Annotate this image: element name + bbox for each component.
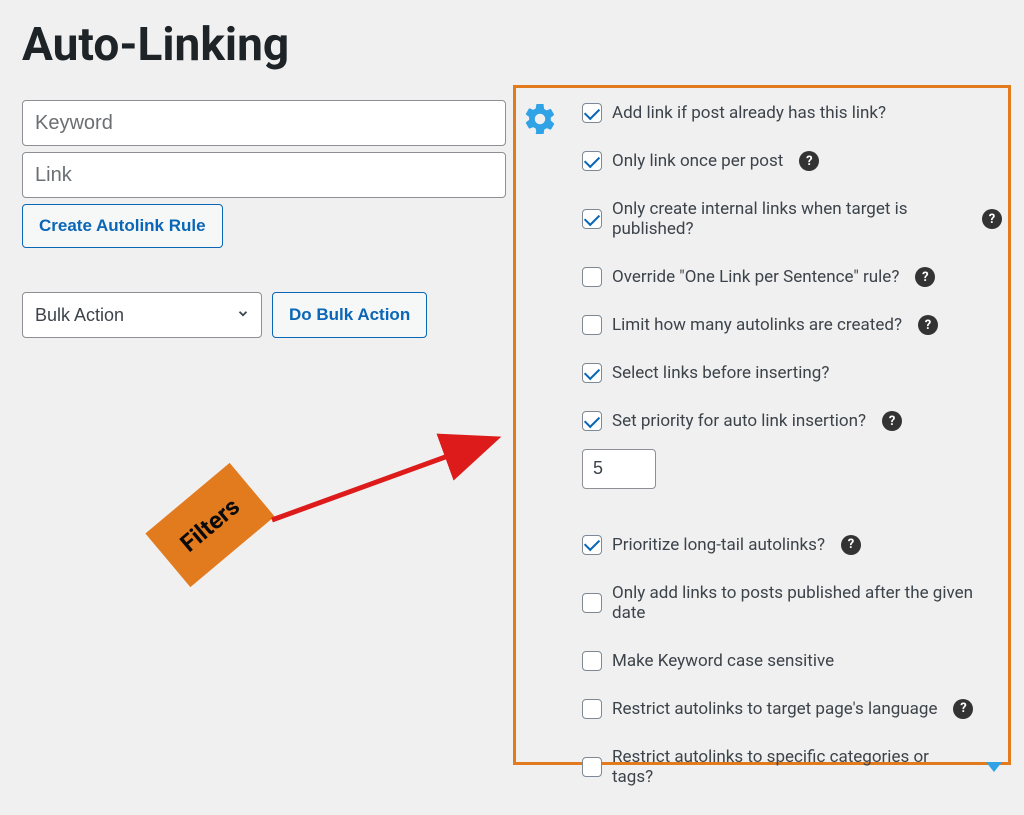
checkbox-icon[interactable] [582, 651, 602, 671]
checkbox-icon[interactable] [582, 411, 602, 431]
do-bulk-action-button[interactable]: Do Bulk Action [272, 292, 427, 338]
options-list: Add link if post already has this link? … [582, 103, 1002, 815]
keyword-input[interactable] [22, 100, 506, 146]
help-icon[interactable]: ? [918, 315, 938, 335]
option-select-before-insert[interactable]: Select links before inserting? [582, 363, 1002, 383]
checkbox-icon[interactable] [582, 209, 602, 229]
option-label: Only link once per post [612, 151, 783, 171]
option-limit-autolinks[interactable]: Limit how many autolinks are created? ? [582, 315, 1002, 335]
checkbox-icon[interactable] [582, 593, 602, 613]
help-icon[interactable]: ? [982, 209, 1002, 229]
option-add-link-if-exists[interactable]: Add link if post already has this link? [582, 103, 1002, 123]
option-set-priority[interactable]: Set priority for auto link insertion? ? [582, 411, 1002, 431]
help-icon[interactable]: ? [841, 535, 861, 555]
annotation-arrow [262, 420, 522, 540]
page-title: Auto-Linking [22, 18, 289, 72]
priority-input[interactable] [582, 449, 656, 489]
checkbox-icon[interactable] [582, 103, 602, 123]
option-label: Only add links to posts published after … [612, 583, 1002, 623]
option-label: Add link if post already has this link? [612, 103, 886, 123]
help-icon[interactable]: ? [882, 411, 902, 431]
annotation-filters-label: Filters [145, 463, 274, 587]
link-input[interactable] [22, 152, 506, 198]
help-icon[interactable]: ? [953, 699, 973, 719]
checkbox-icon[interactable] [582, 267, 602, 287]
option-internal-links-published[interactable]: Only create internal links when target i… [582, 199, 1002, 239]
create-autolink-button[interactable]: Create Autolink Rule [22, 204, 223, 248]
option-label: Only create internal links when target i… [612, 199, 966, 239]
bulk-action-select[interactable]: Bulk Action [22, 292, 262, 338]
left-column: Create Autolink Rule Bulk Action Do Bulk… [22, 100, 506, 338]
option-label: Make Keyword case sensitive [612, 651, 834, 671]
option-label: Set priority for auto link insertion? [612, 411, 866, 431]
option-label: Prioritize long-tail autolinks? [612, 535, 825, 555]
checkbox-icon[interactable] [582, 699, 602, 719]
help-icon[interactable]: ? [915, 267, 935, 287]
option-label: Restrict autolinks to target page's lang… [612, 699, 937, 719]
option-restrict-language[interactable]: Restrict autolinks to target page's lang… [582, 699, 1002, 719]
option-link-once-per-post[interactable]: Only link once per post ? [582, 151, 1002, 171]
option-override-one-link-per-sentence[interactable]: Override "One Link per Sentence" rule? ? [582, 267, 1002, 287]
checkbox-icon[interactable] [582, 315, 602, 335]
option-prioritize-long-tail[interactable]: Prioritize long-tail autolinks? ? [582, 535, 1002, 555]
checkbox-icon[interactable] [582, 757, 602, 777]
checkbox-icon[interactable] [582, 535, 602, 555]
option-label: Select links before inserting? [612, 363, 829, 383]
help-icon[interactable]: ? [799, 151, 819, 171]
option-label: Limit how many autolinks are created? [612, 315, 902, 335]
option-posts-after-date[interactable]: Only add links to posts published after … [582, 583, 1002, 623]
expand-down-icon[interactable] [986, 762, 1002, 772]
checkbox-icon[interactable] [582, 363, 602, 383]
option-label: Override "One Link per Sentence" rule? [612, 267, 899, 287]
checkbox-icon[interactable] [582, 151, 602, 171]
gear-icon [522, 101, 558, 141]
option-case-sensitive[interactable]: Make Keyword case sensitive [582, 651, 1002, 671]
bulk-action-row: Bulk Action Do Bulk Action [22, 292, 506, 338]
